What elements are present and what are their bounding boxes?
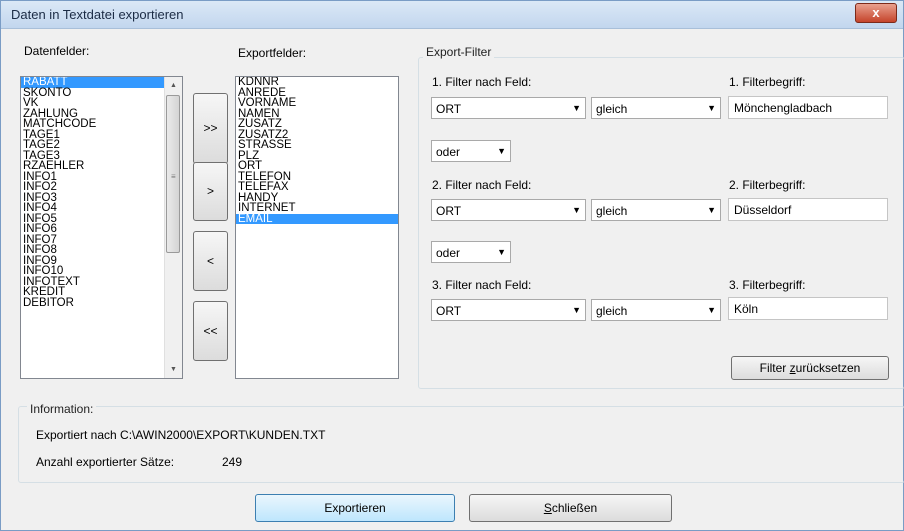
- filter1-field-label: 1. Filter nach Feld:: [432, 75, 532, 89]
- close-window-button[interactable]: x: [855, 3, 897, 23]
- export-count-label: Anzahl exportierter Sätze:: [36, 455, 175, 469]
- export-count-value: 249: [222, 455, 243, 469]
- filter3-operator-select[interactable]: gleich ▼: [591, 299, 721, 321]
- grip-icon: ≡: [171, 172, 176, 181]
- datenfelder-item[interactable]: RABATT: [21, 77, 182, 88]
- title-bar: Daten in Textdatei exportieren x: [1, 1, 903, 29]
- chevron-down-icon: ▼: [707, 103, 716, 113]
- logic2-value: oder: [436, 246, 461, 260]
- reset-filter-label-pre: Filter: [759, 361, 790, 375]
- chevron-down-icon: ▼: [572, 103, 581, 113]
- exportfelder-item[interactable]: TELEFAX: [236, 182, 398, 193]
- datenfelder-item[interactable]: INFO4: [21, 203, 182, 214]
- scroll-down-icon[interactable]: ▼: [165, 361, 182, 378]
- datenfelder-item[interactable]: INFO8: [21, 245, 182, 256]
- datenfelder-item[interactable]: INFO2: [21, 182, 182, 193]
- chevron-down-icon: ▼: [707, 205, 716, 215]
- export-path-text: Exportiert nach C:\AWIN2000\EXPORT\KUNDE…: [36, 428, 326, 442]
- filter2-term-input[interactable]: Düsseldorf: [728, 198, 888, 221]
- chevron-down-icon: ▼: [572, 305, 581, 315]
- chevron-down-icon: ▼: [572, 205, 581, 215]
- filter1-operator-select[interactable]: gleich ▼: [591, 97, 721, 119]
- close-label-accel: S: [543, 501, 552, 515]
- chevron-down-icon: ▼: [497, 146, 506, 156]
- export-button[interactable]: Exportieren: [255, 494, 455, 522]
- logic2-select[interactable]: oder ▼: [431, 241, 511, 263]
- filter2-term-label: 2. Filterbegriff:: [729, 178, 806, 192]
- datenfelder-item[interactable]: TAGE2: [21, 140, 182, 151]
- filter2-field-value: ORT: [436, 204, 462, 218]
- exportfelder-item[interactable]: STRASSE: [236, 140, 398, 151]
- filter3-operator-value: gleich: [596, 304, 628, 318]
- chevron-down-icon: ▼: [707, 305, 716, 315]
- filter3-field-value: ORT: [436, 304, 462, 318]
- reset-filter-label-post: urücksetzen: [795, 361, 861, 375]
- exportfelder-list[interactable]: KDNNR ANREDE VORNAME NAMEN ZUSATZ ZUSATZ2 STRA…: [235, 76, 399, 379]
- information-title: Information:: [27, 402, 97, 416]
- chevron-down-icon: ▼: [497, 247, 506, 257]
- logic1-value: oder: [436, 145, 461, 159]
- filter1-operator-value: gleich: [596, 102, 628, 116]
- filter2-field-label: 2. Filter nach Feld:: [432, 178, 532, 192]
- exportfelder-item[interactable]: KDNNR: [236, 77, 398, 88]
- close-label-rest: chließen: [551, 501, 598, 515]
- exportfelder-label: Exportfelder:: [238, 46, 307, 60]
- datenfelder-item[interactable]: DEBITOR: [21, 297, 182, 309]
- filter2-term-value: Düsseldorf: [734, 203, 792, 217]
- filter2-operator-value: gleich: [596, 204, 628, 218]
- filter1-term-value: Mönchengladbach: [734, 101, 833, 115]
- datenfelder-list[interactable]: RABATT SKONTO VK ZAHLUNG MATCHCODE TAGE1 TAGE2…: [20, 76, 183, 379]
- remove-all-button[interactable]: <<: [193, 301, 228, 361]
- filter1-field-value: ORT: [436, 102, 462, 116]
- add-button[interactable]: >: [193, 162, 228, 221]
- filter3-term-value: Köln: [734, 302, 759, 316]
- filter3-term-input[interactable]: Köln: [728, 297, 888, 320]
- filter3-field-select[interactable]: ORT ▼: [431, 299, 586, 321]
- window-title: Daten in Textdatei exportieren: [11, 7, 184, 22]
- filter1-field-select[interactable]: ORT ▼: [431, 97, 586, 119]
- export-filter-title: Export-Filter: [423, 45, 495, 59]
- remove-button[interactable]: <: [193, 231, 228, 291]
- filter2-operator-select[interactable]: gleich ▼: [591, 199, 721, 221]
- datenfelder-item[interactable]: MATCHCODE: [21, 119, 182, 130]
- scroll-up-icon[interactable]: ▲: [165, 77, 182, 94]
- exportfelder-item[interactable]: INTERNET: [236, 203, 398, 214]
- datenfelder-scrollbar[interactable]: ▲ ≡ ▼: [164, 77, 182, 378]
- filter2-field-select[interactable]: ORT ▼: [431, 199, 586, 221]
- close-button[interactable]: Schließen: [469, 494, 672, 522]
- datenfelder-item[interactable]: INFO10: [21, 266, 182, 277]
- datenfelder-item[interactable]: INFO6: [21, 224, 182, 235]
- datenfelder-item[interactable]: SKONTO: [21, 87, 182, 99]
- exportfelder-item[interactable]: EMAIL: [236, 213, 398, 224]
- logic1-select[interactable]: oder ▼: [431, 140, 511, 162]
- exportfelder-item[interactable]: ORT: [236, 161, 398, 172]
- filter1-term-input[interactable]: Mönchengladbach: [728, 96, 888, 119]
- exportfelder-item[interactable]: VORNAME: [236, 98, 398, 109]
- add-all-button[interactable]: >>: [193, 93, 228, 164]
- filter3-term-label: 3. Filterbegriff:: [729, 278, 806, 292]
- information-group: [18, 406, 904, 483]
- filter3-field-label: 3. Filter nach Feld:: [432, 278, 532, 292]
- reset-filter-button[interactable]: Filter zurücksetzen: [731, 356, 889, 380]
- datenfelder-item[interactable]: RZAEHLER: [21, 161, 182, 172]
- scrollbar-thumb[interactable]: ≡: [166, 95, 180, 253]
- exportfelder-item[interactable]: ZUSATZ: [236, 119, 398, 130]
- filter1-term-label: 1. Filterbegriff:: [729, 75, 806, 89]
- datenfelder-item[interactable]: KREDIT: [21, 287, 182, 298]
- export-dialog: Daten in Textdatei exportieren x Datenfe…: [0, 0, 904, 531]
- datenfelder-item[interactable]: VK: [21, 98, 182, 109]
- datenfelder-label: Datenfelder:: [24, 44, 90, 58]
